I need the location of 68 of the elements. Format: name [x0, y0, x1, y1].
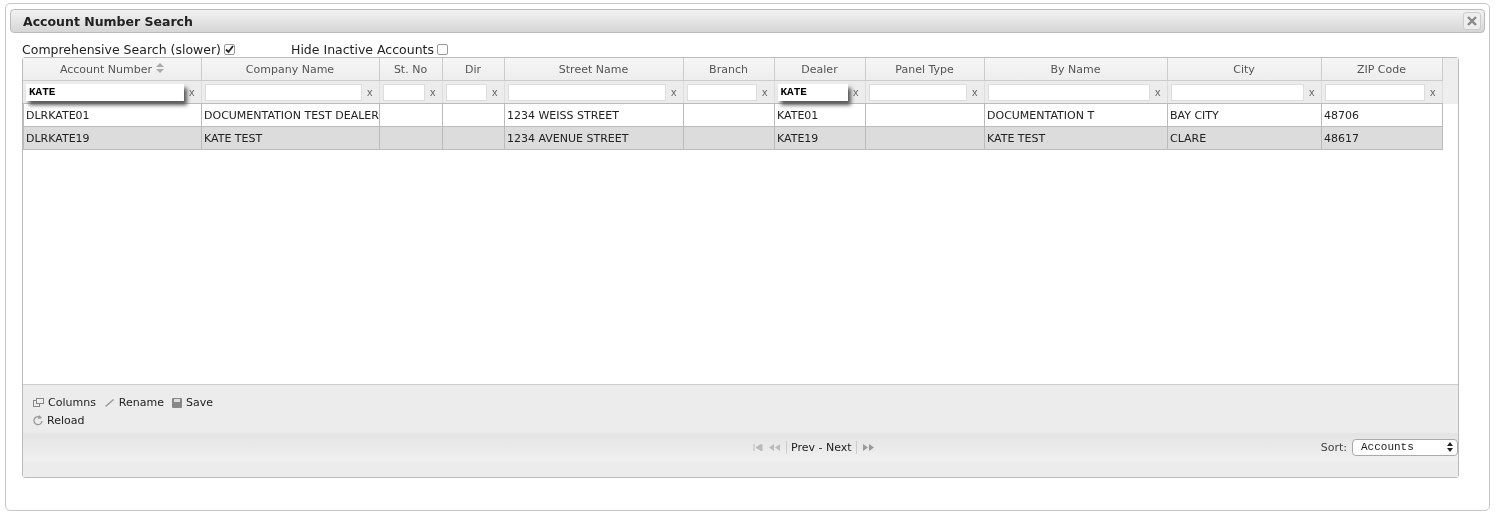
close-icon — [1467, 16, 1477, 26]
option-label: Hide Inactive Accounts — [291, 41, 434, 57]
previous-page-icon[interactable] — [769, 443, 780, 451]
clear-button[interactable]: x — [969, 86, 981, 98]
filter-field[interactable] — [686, 83, 757, 101]
column-header[interactable]: Panel Type — [865, 58, 984, 81]
clear-button[interactable]: x — [1306, 86, 1318, 98]
sort-icon — [155, 62, 164, 73]
clear-button[interactable]: x — [427, 86, 439, 98]
rename-button[interactable]: Rename — [103, 396, 172, 409]
table-cell: 1234 AVENUE STREET — [504, 126, 684, 150]
table-cell: CLARE — [1167, 126, 1322, 150]
reload-button[interactable]: Reload — [33, 414, 93, 427]
clear-button[interactable]: x — [1152, 86, 1164, 98]
column-header[interactable]: By Name — [984, 58, 1167, 81]
clear-button[interactable]: x — [1427, 86, 1439, 98]
reload-icon — [33, 415, 43, 426]
checkbox[interactable] — [224, 43, 235, 55]
table-cell: KATE TEST — [201, 126, 380, 150]
clear-button[interactable]: x — [668, 86, 680, 98]
clear-button[interactable]: x — [759, 86, 771, 98]
filter-field[interactable] — [1170, 83, 1304, 101]
sort-dropdown[interactable]: Accounts — [1352, 438, 1458, 456]
column-header[interactable]: Company Name — [201, 58, 379, 81]
pencil-icon — [103, 398, 115, 407]
column-header[interactable]: Dealer — [774, 58, 865, 81]
table-cell: DOCUMENTATION T — [984, 104, 1168, 127]
clear-button[interactable]: x — [850, 86, 862, 98]
table-cell: BAY CITY — [1167, 104, 1322, 127]
column-header[interactable]: Street Name — [504, 58, 683, 81]
table-cell: 1234 WEISS STREET — [504, 104, 684, 127]
filter-field[interactable] — [445, 83, 487, 101]
column-header[interactable]: Account Number — [23, 58, 201, 81]
table-cell: DLRKATE19 — [23, 126, 202, 150]
filter-field[interactable]: KATE — [26, 83, 184, 101]
table-cell: 48617 — [1321, 126, 1443, 150]
next-page-icon[interactable] — [862, 443, 875, 451]
clear-button[interactable]: x — [186, 86, 198, 98]
filter-field[interactable]: KATE — [777, 83, 848, 101]
sort-label: Sort: — [1320, 440, 1347, 454]
column-header[interactable]: Dir — [442, 58, 504, 81]
first-page-icon[interactable] — [753, 443, 763, 451]
column-header[interactable]: St. No — [379, 58, 442, 81]
table-cell: 48706 — [1321, 104, 1443, 127]
table-cell: KATE TEST — [984, 126, 1168, 150]
column-header[interactable]: Branch — [683, 58, 774, 81]
filter-field[interactable] — [987, 83, 1150, 101]
window-title: Account Number Search — [23, 13, 193, 29]
filter-field[interactable] — [204, 83, 362, 101]
filter-field[interactable] — [507, 83, 666, 101]
clear-button[interactable]: x — [489, 86, 501, 98]
option-label: Comprehensive Search (slower) — [22, 41, 221, 57]
column-header[interactable]: ZIP Code — [1321, 58, 1442, 81]
table-cell: KATE01 — [774, 104, 866, 127]
filter-field[interactable] — [1324, 83, 1425, 101]
clear-button[interactable]: x — [364, 86, 376, 98]
table-cell: DOCUMENTATION TEST DEALER — [201, 104, 380, 127]
filter-field[interactable] — [868, 83, 967, 101]
save-button[interactable]: Save — [172, 396, 221, 409]
columns-button[interactable]: Columns — [33, 396, 104, 409]
columns-icon — [33, 398, 44, 407]
column-header[interactable]: City — [1167, 58, 1321, 81]
pager-label: Prev - Next — [786, 440, 857, 454]
dropdown-arrows-icon — [1447, 442, 1453, 452]
filter-field[interactable] — [382, 83, 425, 101]
table-cell: DLRKATE01 — [23, 104, 202, 127]
close-button[interactable] — [1463, 12, 1481, 30]
checkbox[interactable] — [437, 43, 448, 55]
